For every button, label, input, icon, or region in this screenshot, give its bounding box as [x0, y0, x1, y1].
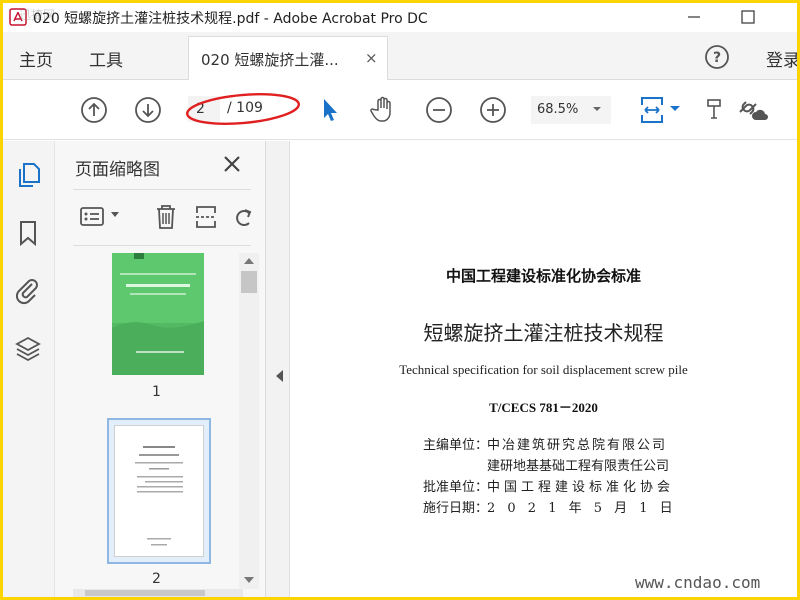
scrollbar-thumb[interactable] — [241, 271, 257, 293]
collapse-left-icon[interactable] — [274, 369, 284, 383]
scrollbar-thumb[interactable] — [85, 590, 205, 596]
svg-text:?: ? — [713, 50, 721, 66]
hand-tool-icon[interactable] — [369, 94, 399, 124]
zoom-value: 68.5% — [537, 102, 579, 117]
menu-home[interactable]: 主页 — [19, 46, 53, 71]
document-tab-label: 020 短螺旋挤土灌... — [201, 51, 339, 69]
thumbnail-panel: 页面缩略图 1 2 — [55, 141, 266, 597]
tab-close-icon[interactable]: × — [365, 49, 378, 67]
meta-label: 主编单位： — [423, 438, 489, 453]
panel-divider — [73, 189, 251, 190]
red-annotation-ellipse — [185, 93, 301, 125]
layers-icon[interactable] — [14, 335, 42, 363]
meta-value: 中冶建筑研究总院有限公司 — [487, 438, 668, 453]
document-title-en: Technical specification for soil displac… — [399, 362, 688, 377]
thumbnail-page-preview — [114, 425, 204, 557]
login-button[interactable]: 登录 — [766, 46, 797, 71]
fit-page-icon[interactable] — [637, 93, 667, 127]
thumbnail-label: 1 — [152, 384, 161, 400]
trash-icon[interactable] — [153, 203, 179, 231]
menu-tab-bar: 主页 工具 020 短螺旋挤土灌... × ? 登录 — [3, 32, 797, 80]
meta-label: 施行日期： — [423, 501, 489, 516]
scroll-down-icon[interactable] — [243, 575, 255, 585]
standard-organization: 中国工程建设标准化协会标准 — [445, 267, 641, 285]
zoom-out-icon[interactable] — [425, 96, 453, 124]
menu-tools[interactable]: 工具 — [89, 46, 123, 71]
attachment-icon[interactable] — [14, 277, 42, 305]
scroll-up-icon[interactable] — [243, 256, 255, 266]
fit-page-dropdown-icon[interactable] — [669, 104, 681, 114]
next-page-icon[interactable] — [134, 96, 162, 124]
meta-value: 2 0 2 1 年 5 月 1 日 — [487, 501, 677, 516]
zoom-in-icon[interactable] — [479, 96, 507, 124]
acrobat-window: 迅捷网 020 短螺旋挤土灌注桩技术规程.pdf - Adobe Acrobat… — [3, 3, 797, 597]
page-thumbnail-2[interactable] — [107, 418, 211, 564]
panel-title: 页面缩略图 — [75, 160, 160, 180]
panel-divider — [73, 245, 251, 246]
window-title: 020 短螺旋挤土灌注桩技术规程.pdf - Adobe Acrobat Pro… — [33, 11, 428, 27]
insert-page-icon[interactable] — [193, 203, 219, 231]
meta-value: 中国工程建设标准化协会 — [487, 480, 675, 495]
rotate-icon[interactable] — [233, 203, 255, 231]
minimize-icon[interactable] — [682, 5, 706, 29]
comment-tool-icon[interactable] — [705, 96, 723, 124]
page-thumbnails-icon[interactable] — [14, 161, 42, 189]
thumbnail-options-icon[interactable] — [79, 205, 107, 229]
horizontal-scrollbar[interactable] — [73, 589, 243, 597]
chevron-down-icon — [593, 107, 601, 111]
meta-value: 建研地基基础工程有限责任公司 — [487, 459, 670, 474]
share-link-icon[interactable] — [734, 94, 768, 124]
prev-page-icon[interactable] — [80, 96, 108, 124]
standard-code: T/CECS 781－2020 — [489, 400, 598, 415]
title-page-thumbnail-art — [135, 446, 183, 546]
select-cursor-icon[interactable] — [318, 96, 342, 124]
meta-label: 批准单位： — [423, 480, 489, 495]
maximize-icon[interactable] — [736, 5, 760, 29]
thumbnail-scrollbar[interactable] — [239, 253, 259, 589]
cover-thumbnail-art — [112, 253, 204, 375]
thumbnail-label: 2 — [152, 571, 161, 587]
panel-collapse-strip[interactable] — [266, 141, 290, 597]
document-tab[interactable]: 020 短螺旋挤土灌... × — [188, 36, 388, 80]
help-icon[interactable]: ? — [704, 44, 730, 70]
page-thumbnail-1[interactable] — [112, 253, 204, 375]
title-bar: 迅捷网 020 短螺旋挤土灌注桩技术规程.pdf - Adobe Acrobat… — [3, 3, 797, 32]
zoom-select[interactable]: 68.5% — [531, 96, 611, 124]
bookmark-icon[interactable] — [14, 219, 42, 247]
chevron-down-icon[interactable] — [110, 211, 120, 219]
panel-toolbar — [55, 197, 266, 237]
toolbar: / 109 68.5% — [3, 80, 797, 140]
close-icon[interactable] — [221, 153, 243, 175]
left-nav-rail — [3, 141, 55, 597]
site-watermark: www.cndao.com — [635, 573, 761, 592]
document-title-cn: 短螺旋挤土灌注桩技术规程 — [423, 321, 664, 345]
document-page: 中国工程建设标准化协会标准 短螺旋挤土灌注桩技术规程 Technical spe… — [290, 141, 797, 597]
